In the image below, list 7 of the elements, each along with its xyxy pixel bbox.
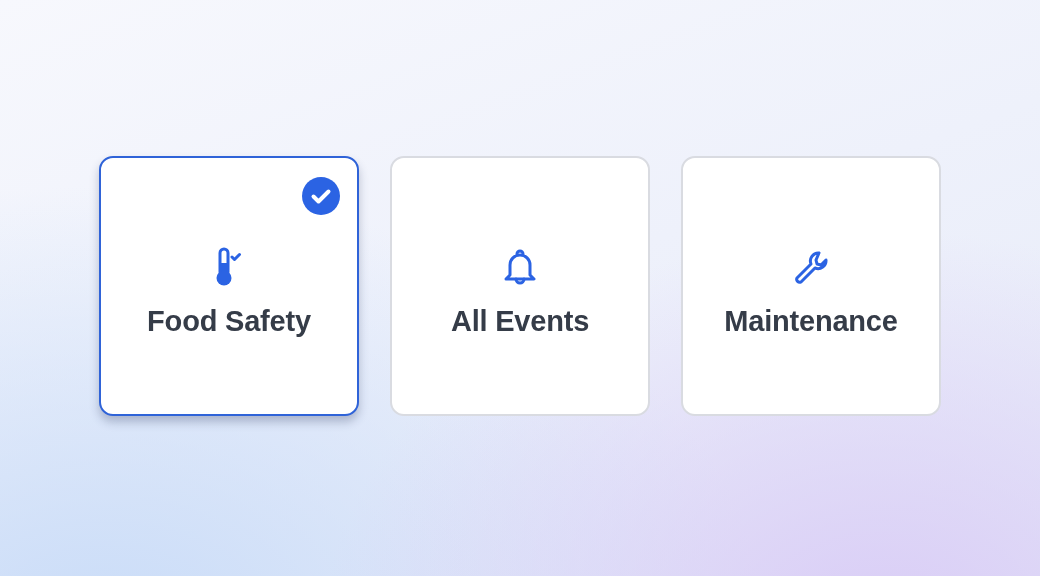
category-card[interactable]: Maintenance [681, 156, 941, 416]
card-label: Maintenance [724, 304, 898, 338]
category-card[interactable]: All Events [390, 156, 650, 416]
checkmark-badge-icon [302, 177, 340, 215]
card-label: All Events [450, 304, 590, 338]
card-label: Food Safety [147, 304, 311, 338]
category-card[interactable]: Food Safety [99, 156, 359, 416]
